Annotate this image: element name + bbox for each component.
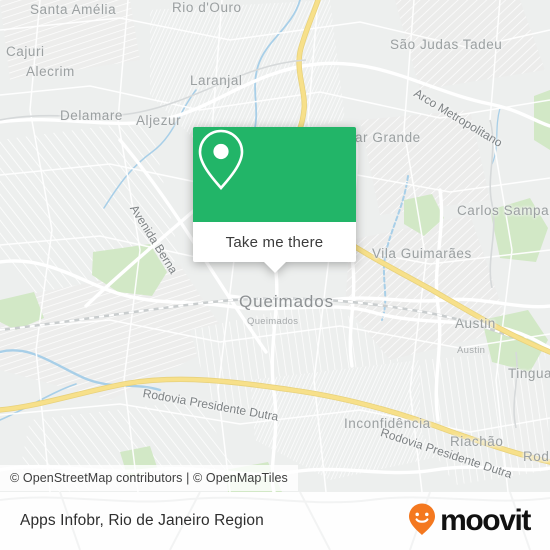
take-me-there-button[interactable]: Take me there [193,222,356,262]
map-attribution[interactable]: © OpenStreetMap contributors | © OpenMap… [0,465,298,491]
map-canvas[interactable]: Santa Amélia Rio d'Ouro São Judas Tadeu Caj… [0,0,550,492]
page-title: Apps Infobr, Rio de Janeiro Region [20,512,264,529]
take-me-there-label: Take me there [225,233,324,251]
location-popup[interactable]: Take me there [193,127,356,273]
moovit-wordmark: moovit [440,504,531,537]
popup-header [193,127,356,222]
map-page: Santa Amélia Rio d'Ouro São Judas Tadeu Caj… [0,0,550,550]
attribution-text: © OpenStreetMap contributors | © OpenMap… [10,471,288,485]
popup-pointer [263,262,286,273]
moovit-logo[interactable]: moovit [407,502,531,541]
page-footer: Apps Infobr, Rio de Janeiro Region moovi… [0,492,550,550]
moovit-pin-icon [407,502,437,541]
